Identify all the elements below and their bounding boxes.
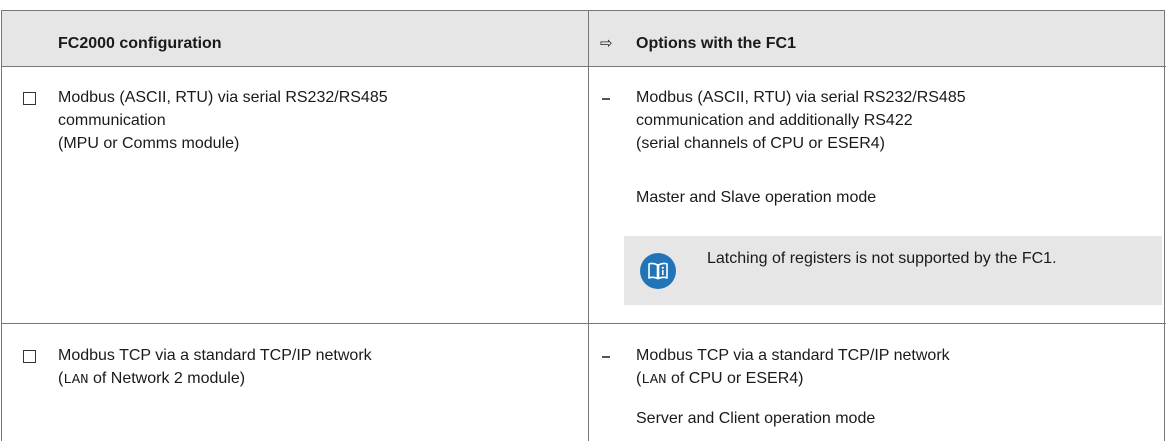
bullet-dash xyxy=(602,98,610,100)
header-divider xyxy=(1,66,1166,67)
row2-left-line2: (LAN of Network 2 module) xyxy=(58,370,246,388)
row2-right-extra: Server and Client operation mode xyxy=(636,410,876,427)
header-left-title: FC2000 configuration xyxy=(58,35,222,52)
row2-right-line1: Modbus TCP via a standard TCP/IP network xyxy=(636,347,950,364)
bullet-dash xyxy=(602,356,610,358)
row1-right-line2: communication and additionally RS422 xyxy=(636,112,913,129)
row1-right-line1: Modbus (ASCII, RTU) via serial RS232/RS4… xyxy=(636,89,966,106)
book-info-icon xyxy=(640,253,676,289)
lan-code: LAN xyxy=(641,372,667,388)
checkbox-modbus-tcp[interactable] xyxy=(23,350,36,363)
note-text: Latching of registers is not supported b… xyxy=(707,250,1057,267)
arrow-right-icon: ⇨ xyxy=(600,35,613,52)
row-divider xyxy=(1,323,1166,324)
column-divider xyxy=(588,11,589,441)
row1-right-line3: (serial channels of CPU or ESER4) xyxy=(636,135,885,152)
lan-code: LAN xyxy=(63,372,89,388)
row2-right-line2: (LAN of CPU or ESER4) xyxy=(636,370,804,388)
row2-left-line1: Modbus TCP via a standard TCP/IP network xyxy=(58,347,372,364)
header-right-title: Options with the FC1 xyxy=(636,35,796,52)
checkbox-modbus-serial[interactable] xyxy=(23,92,36,105)
info-note: Latching of registers is not supported b… xyxy=(624,236,1162,305)
comparison-table: FC2000 configuration ⇨ Options with the … xyxy=(0,0,1168,441)
row1-left-line2: communication xyxy=(58,112,166,129)
row1-right-extra: Master and Slave operation mode xyxy=(636,189,877,206)
row1-left-line1: Modbus (ASCII, RTU) via serial RS232/RS4… xyxy=(58,89,388,106)
row1-left-line3: (MPU or Comms module) xyxy=(58,135,240,152)
